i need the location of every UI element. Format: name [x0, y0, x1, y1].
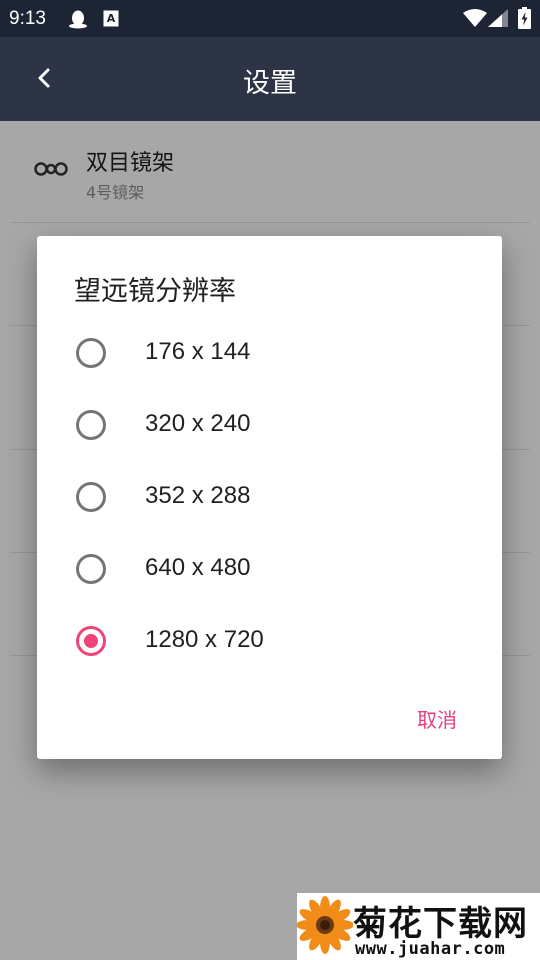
option-label: 1280 x 720: [145, 626, 264, 653]
option-label: 320 x 240: [145, 410, 251, 437]
radio-button[interactable]: [76, 554, 106, 584]
wifi-icon: [463, 9, 487, 31]
flower-icon: [296, 895, 354, 960]
resolution-dialog: 望远镜分辨率 176 x 144 320 x 240 352 x 288 640…: [37, 236, 502, 759]
battery-charging-icon: [518, 7, 531, 33]
qq-penguin-icon: [68, 10, 88, 33]
resolution-option-320x240[interactable]: 320 x 240: [37, 389, 502, 461]
watermark-url: www.juahar.com: [355, 939, 506, 959]
resolution-option-1280x720[interactable]: 1280 x 720: [37, 605, 502, 677]
radio-button[interactable]: [76, 338, 106, 368]
status-bar: 9:13 A: [0, 0, 540, 37]
radio-button-selected[interactable]: [76, 626, 106, 656]
signal-icon: [488, 9, 508, 31]
option-label: 352 x 288: [145, 482, 251, 509]
option-label: 640 x 480: [145, 554, 251, 581]
watermark-logo: 菊花下载网 www.juahar.com: [296, 893, 540, 960]
watermark-title: 菊花下载网: [353, 904, 528, 944]
svg-text:A: A: [107, 12, 116, 25]
app-bar: 设置: [0, 37, 540, 121]
status-time: 9:13: [9, 8, 46, 29]
resolution-option-352x288[interactable]: 352 x 288: [37, 461, 502, 533]
resolution-option-list: 176 x 144 320 x 240 352 x 288 640 x 480 …: [37, 317, 502, 677]
cancel-button[interactable]: 取消: [417, 704, 457, 733]
resolution-option-640x480[interactable]: 640 x 480: [37, 533, 502, 605]
radio-button[interactable]: [76, 410, 106, 440]
option-label: 176 x 144: [145, 338, 251, 365]
radio-button[interactable]: [76, 482, 106, 512]
keyboard-a-icon: A: [103, 10, 119, 31]
dialog-title: 望远镜分辨率: [74, 276, 236, 307]
page-title: 设置: [243, 68, 297, 99]
resolution-option-176x144[interactable]: 176 x 144: [37, 317, 502, 389]
